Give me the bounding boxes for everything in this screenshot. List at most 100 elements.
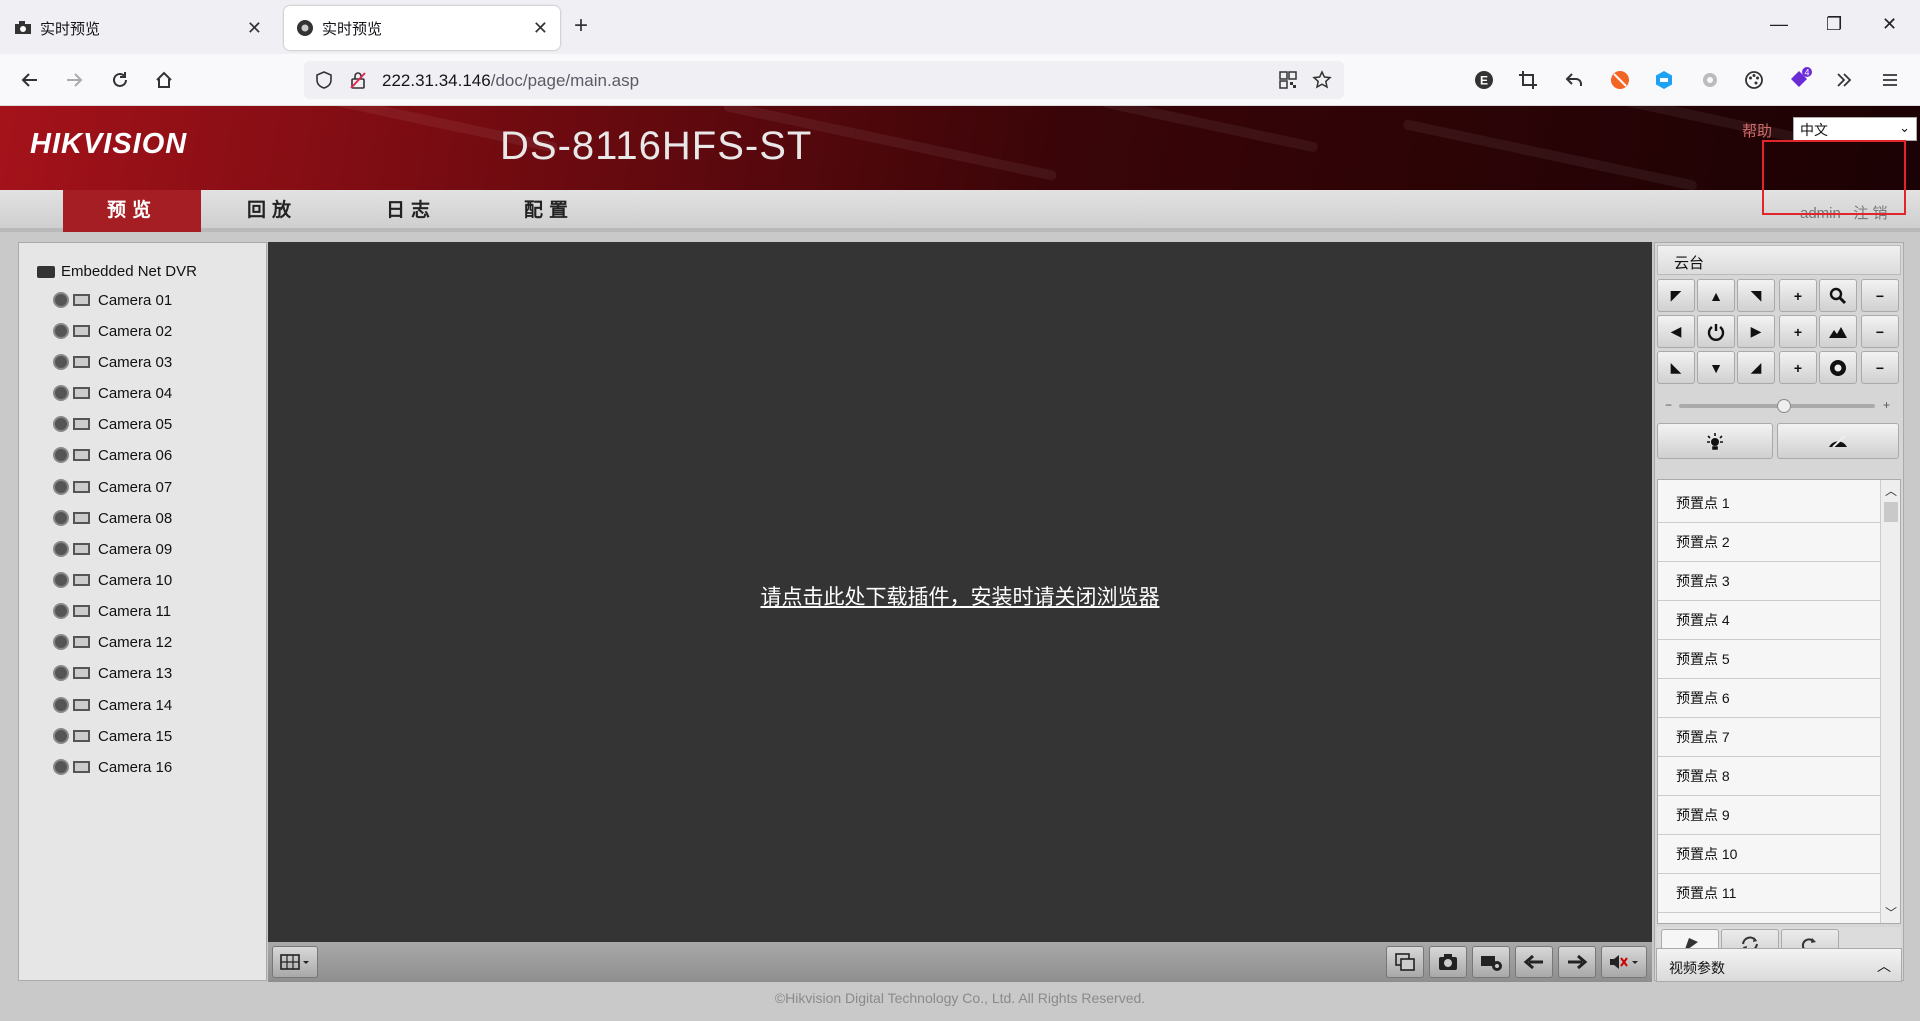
preset-item[interactable]: 预置点 8 bbox=[1658, 757, 1880, 796]
record-icon bbox=[73, 387, 90, 399]
restore-icon[interactable]: ❐ bbox=[1826, 14, 1842, 35]
record-all-button[interactable] bbox=[1472, 946, 1510, 978]
browser-tab-2[interactable]: 实时预览 ✕ bbox=[284, 6, 560, 50]
record-icon bbox=[73, 418, 90, 430]
cube-extension-icon[interactable] bbox=[1650, 66, 1678, 94]
address-bar[interactable]: 222.31.34.146/doc/page/main.asp bbox=[304, 61, 1344, 99]
insecure-lock-icon[interactable] bbox=[348, 70, 368, 95]
ptz-up-left-button[interactable]: ◤ bbox=[1657, 279, 1695, 312]
ptz-down-right-button[interactable]: ◢ bbox=[1737, 351, 1775, 384]
tree-root[interactable]: Embedded Net DVR bbox=[37, 263, 197, 280]
wiper-button[interactable] bbox=[1777, 423, 1899, 459]
menu-config[interactable]: 配置 bbox=[480, 190, 618, 232]
record-icon bbox=[73, 730, 90, 742]
url-text[interactable]: 222.31.34.146/doc/page/main.asp bbox=[382, 71, 639, 91]
device-tree-panel: Embedded Net DVR Camera 01 Camera 02 Cam… bbox=[18, 242, 267, 981]
capture-camera-icon[interactable] bbox=[1429, 946, 1467, 978]
menu-preview[interactable]: 预览 bbox=[63, 190, 201, 232]
camera-item[interactable]: Camera 04 bbox=[53, 382, 172, 404]
ptz-up-right-button[interactable]: ◥ bbox=[1737, 279, 1775, 312]
iris-open-button[interactable]: + bbox=[1779, 351, 1817, 384]
ptz-up-button[interactable]: ▲ bbox=[1697, 279, 1735, 312]
light-button[interactable] bbox=[1657, 423, 1773, 459]
camera-item[interactable]: Camera 07 bbox=[53, 476, 172, 498]
crop-icon[interactable] bbox=[1514, 66, 1542, 94]
preset-item[interactable]: 预置点 7 bbox=[1658, 718, 1880, 757]
camera-item[interactable]: Camera 14 bbox=[53, 694, 172, 716]
close-tab-icon[interactable]: ✕ bbox=[533, 18, 548, 38]
minimize-icon[interactable]: — bbox=[1770, 14, 1788, 35]
ptz-right-button[interactable]: ▶ bbox=[1737, 315, 1775, 348]
preset-scrollbar[interactable]: ︿ ﹀ bbox=[1880, 480, 1900, 923]
ptz-down-button[interactable]: ▼ bbox=[1697, 351, 1735, 384]
zoom-in-button[interactable]: + bbox=[1779, 279, 1817, 312]
video-params-section[interactable]: 视频参数 ︿ bbox=[1656, 948, 1902, 982]
preset-item[interactable]: 预置点 1 bbox=[1658, 484, 1880, 523]
ptz-left-button[interactable]: ◀ bbox=[1657, 315, 1695, 348]
stop-all-preview-button[interactable] bbox=[1386, 946, 1424, 978]
slider-knob[interactable] bbox=[1777, 399, 1791, 413]
preset-item[interactable]: 预置点 6 bbox=[1658, 679, 1880, 718]
preset-item[interactable]: 预置点 4 bbox=[1658, 601, 1880, 640]
back-icon[interactable] bbox=[16, 66, 44, 94]
ptz-speed-slider[interactable]: − + bbox=[1663, 398, 1893, 414]
new-tab-icon[interactable]: + bbox=[574, 14, 588, 38]
extension-e-icon[interactable]: E bbox=[1470, 66, 1498, 94]
layout-grid-button[interactable] bbox=[272, 946, 318, 978]
record-icon bbox=[73, 512, 90, 524]
preset-item[interactable]: 预置点 2 bbox=[1658, 523, 1880, 562]
extension-badge-icon[interactable]: 4 bbox=[1786, 66, 1814, 94]
scroll-thumb[interactable] bbox=[1884, 502, 1898, 522]
preset-item[interactable]: 预置点 3 bbox=[1658, 562, 1880, 601]
preset-item[interactable]: 预置点 11 bbox=[1658, 874, 1880, 913]
focus-far-button[interactable]: − bbox=[1861, 315, 1899, 348]
qr-code-icon[interactable] bbox=[1278, 70, 1298, 95]
camera-item[interactable]: Camera 13 bbox=[53, 662, 172, 684]
camera-item[interactable]: Camera 11 bbox=[53, 600, 171, 622]
ptz-down-left-button[interactable]: ◣ bbox=[1657, 351, 1695, 384]
focus-near-button[interactable]: + bbox=[1779, 315, 1817, 348]
more-extensions-icon[interactable] bbox=[1830, 66, 1858, 94]
iris-close-button[interactable]: − bbox=[1861, 351, 1899, 384]
forward-icon[interactable] bbox=[60, 66, 88, 94]
camera-item[interactable]: Camera 16 bbox=[53, 756, 172, 778]
menu-log[interactable]: 日志 bbox=[342, 190, 480, 232]
camera-item[interactable]: Camera 08 bbox=[53, 507, 172, 529]
mute-audio-button[interactable] bbox=[1601, 946, 1647, 978]
preset-item[interactable]: 预置点 9 bbox=[1658, 796, 1880, 835]
palette-icon[interactable] bbox=[1740, 66, 1768, 94]
close-tab-icon[interactable]: ✕ bbox=[247, 18, 262, 38]
undo-icon[interactable] bbox=[1560, 66, 1588, 94]
camera-item[interactable]: Camera 06 bbox=[53, 444, 172, 466]
camera-item[interactable]: Camera 03 bbox=[53, 351, 172, 373]
shield-icon[interactable] bbox=[314, 70, 334, 95]
ptz-auto-button[interactable] bbox=[1697, 315, 1735, 348]
camera-item[interactable]: Camera 01 bbox=[53, 289, 172, 311]
previous-arrow-icon[interactable] bbox=[1515, 946, 1553, 978]
scroll-down-icon[interactable]: ﹀ bbox=[1885, 904, 1897, 921]
camera-item[interactable]: Camera 15 bbox=[53, 725, 172, 747]
camera-item[interactable]: Camera 10 bbox=[53, 569, 172, 591]
zoom-out-button[interactable]: − bbox=[1861, 279, 1899, 312]
gear-extension-icon[interactable] bbox=[1696, 66, 1724, 94]
preset-item[interactable]: 预置点 10 bbox=[1658, 835, 1880, 874]
menu-icon[interactable] bbox=[1876, 66, 1904, 94]
preset-item[interactable]: 预置点 5 bbox=[1658, 640, 1880, 679]
menu-playback[interactable]: 回放 bbox=[203, 190, 341, 232]
home-icon[interactable] bbox=[150, 66, 178, 94]
language-select[interactable]: 中文 ⌄ bbox=[1793, 117, 1917, 141]
window-close-icon[interactable]: ✕ bbox=[1882, 14, 1897, 35]
camera-item[interactable]: Camera 09 bbox=[53, 538, 172, 560]
camera-item[interactable]: Camera 12 bbox=[53, 631, 172, 653]
block-extension-icon[interactable] bbox=[1606, 66, 1634, 94]
camera-item[interactable]: Camera 02 bbox=[53, 320, 172, 342]
plugin-download-link[interactable]: 请点击此处下载插件，安装时请关闭浏览器 bbox=[268, 581, 1652, 611]
bookmark-star-icon[interactable] bbox=[1312, 70, 1332, 95]
camera-item[interactable]: Camera 05 bbox=[53, 413, 172, 435]
reload-icon[interactable] bbox=[106, 66, 134, 94]
browser-tab-1[interactable]: 实时预览 ✕ bbox=[2, 6, 274, 50]
scroll-up-icon[interactable]: ︿ bbox=[1885, 482, 1897, 499]
next-arrow-icon[interactable] bbox=[1558, 946, 1596, 978]
camera-icon bbox=[53, 541, 69, 557]
help-link[interactable]: 帮助 bbox=[1742, 120, 1772, 141]
